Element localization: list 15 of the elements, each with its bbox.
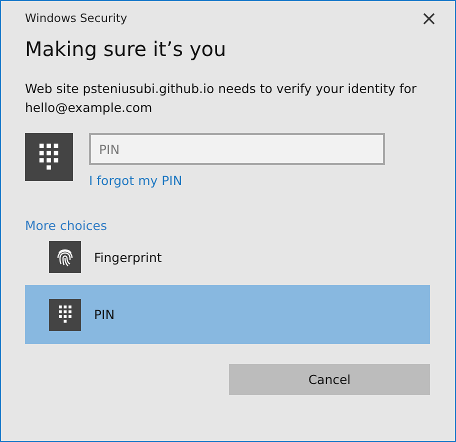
keypad-icon [58, 304, 72, 324]
cancel-button[interactable]: Cancel [229, 364, 430, 395]
dialog-heading: Making sure it’s you [25, 37, 228, 61]
window-title: Windows Security [25, 11, 128, 25]
pin-field[interactable]: PIN [89, 133, 385, 165]
close-button[interactable]: × [418, 7, 440, 29]
more-choices-link[interactable]: More choices [25, 218, 107, 233]
option-label: Fingerprint [94, 250, 162, 264]
message-text: Web site psteniusubi.github.io needs to verify your identity for hello@example.com [25, 80, 418, 117]
forgot-pin-link[interactable]: I forgot my PIN [89, 173, 182, 188]
sign-in-option[interactable]: Fingerprint [25, 241, 430, 273]
option-label: PIN [94, 307, 115, 322]
sign-in-option[interactable]: PIN [25, 285, 430, 344]
keypad-icon [38, 142, 60, 172]
fingerprint-icon [56, 247, 74, 267]
